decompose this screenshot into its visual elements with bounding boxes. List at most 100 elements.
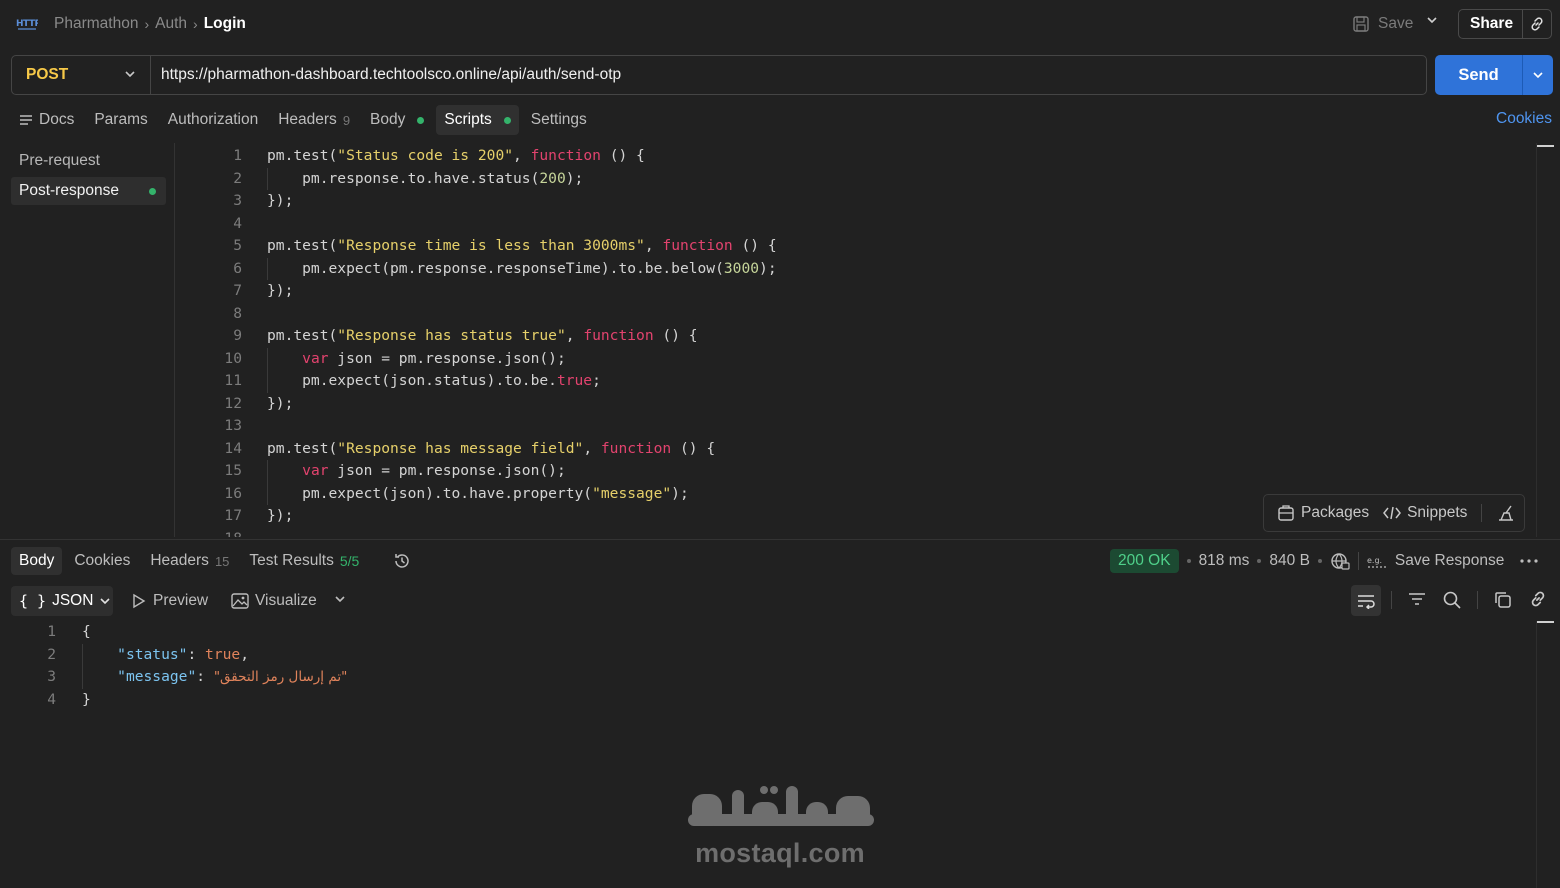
script-nav-pre-request[interactable]: Pre-request (11, 147, 166, 175)
response-body-viewer[interactable]: 1 { 2 "status": true, 3 "message": "تم إر… (0, 621, 1534, 721)
editor-scroll-marker (1537, 145, 1554, 147)
url-bar: POST https://pharmathon-dashboard.techto… (11, 55, 1427, 95)
network-globe-icon[interactable] (1330, 551, 1350, 571)
link-icon[interactable] (1529, 590, 1547, 612)
tab-label: Params (94, 111, 148, 128)
line-number: 4 (233, 214, 242, 232)
script-editor[interactable]: 1 pm.test("Status code is 200", function … (176, 143, 1534, 537)
code-line: }); (267, 507, 294, 524)
send-options-chevron-icon[interactable] (1523, 69, 1553, 81)
code-line: pm.test("Response time is less than 3000… (267, 237, 777, 254)
format-select[interactable]: { } JSON (11, 586, 113, 616)
headers-count: 9 (342, 112, 351, 128)
response-scrollbar-track[interactable] (1536, 621, 1537, 888)
json-key: "message" (117, 668, 197, 685)
send-button-group: Send (1435, 55, 1553, 95)
status-badge[interactable]: 200 OK (1110, 549, 1179, 573)
tab-authorization[interactable]: Authorization (160, 105, 266, 135)
packages-button[interactable]: Packages (1277, 504, 1369, 522)
method-select[interactable]: POST (12, 56, 151, 94)
docs-icon (20, 115, 32, 125)
tab-response-headers[interactable]: Headers 15 (142, 547, 237, 575)
code-line: var json = pm.response.json(); (302, 349, 566, 367)
pane-divider[interactable] (0, 539, 1560, 540)
line-number: 18 (176, 528, 242, 538)
line-number: 2 (233, 169, 242, 187)
response-meta: 200 OK 818 ms 840 B e.g. Save Response (1110, 547, 1542, 575)
tab-settings[interactable]: Settings (523, 105, 595, 135)
script-nav-label: Post-response (19, 182, 119, 199)
code-line: "status": true, (117, 645, 249, 663)
format-label: JSON (52, 592, 94, 609)
visualize-label: Visualize (255, 592, 317, 609)
tab-label: Headers (278, 111, 337, 128)
tab-scripts[interactable]: Scripts (436, 105, 519, 135)
save-button[interactable]: Save (1352, 10, 1413, 38)
code-line: }); (267, 192, 294, 209)
visualize-options-chevron-icon[interactable] (334, 592, 346, 609)
separator-dot (1186, 559, 1191, 563)
line-number: 1 (47, 623, 56, 640)
cookies-link[interactable]: Cookies (1496, 110, 1552, 128)
json-value: true (205, 645, 241, 663)
response-size[interactable]: 840 B (1269, 552, 1310, 570)
code-line: pm.test("Response has status true", func… (267, 327, 698, 344)
breadcrumb-workspace[interactable]: Pharmathon (54, 15, 138, 33)
clear-broom-icon[interactable] (1496, 504, 1516, 522)
breadcrumb-folder[interactable]: Auth (155, 15, 187, 33)
breadcrumb-request[interactable]: Login (204, 15, 246, 33)
modified-dot (149, 187, 156, 195)
line-number: 11 (224, 372, 242, 389)
line-number: 3 (47, 668, 56, 685)
code-line: pm.response.to.have.status(200); (267, 169, 584, 187)
snippets-button[interactable]: Snippets (1383, 504, 1467, 522)
headers-count: 15 (214, 553, 230, 569)
share-button-group: Share (1458, 9, 1552, 39)
line-number: 1 (233, 147, 242, 164)
script-nav-post-response[interactable]: Post-response (11, 177, 166, 205)
code-line: pm.test("Status code is 200", function (… (267, 147, 645, 164)
line-number: 3 (233, 192, 242, 209)
response-time[interactable]: 818 ms (1199, 552, 1250, 570)
share-button[interactable]: Share (1459, 15, 1522, 33)
copy-link-icon[interactable] (1523, 16, 1551, 32)
tab-body[interactable]: Body (362, 105, 432, 135)
filter-icon[interactable] (1408, 590, 1426, 612)
line-number: 10 (224, 349, 242, 367)
packages-label: Packages (1301, 504, 1370, 521)
svg-text:e.g.: e.g. (1367, 556, 1382, 565)
mostaql-logo (686, 780, 876, 840)
tab-response-cookies[interactable]: Cookies (66, 547, 138, 575)
editor-scrollbar-track[interactable] (1536, 143, 1537, 537)
tab-response-body[interactable]: Body (11, 547, 63, 575)
search-icon[interactable] (1442, 590, 1462, 614)
method-label: POST (26, 66, 69, 83)
save-options-chevron-icon[interactable] (1426, 14, 1438, 29)
tab-params[interactable]: Params (86, 105, 155, 135)
chevron-right-icon: › (193, 16, 198, 32)
tab-headers[interactable]: Headers 9 (270, 105, 358, 135)
code-line: "message": "تم إرسال رمز التحقق" (117, 668, 348, 685)
response-tabs: Body Cookies Headers 15 Test Results 5/5 (11, 546, 371, 576)
history-icon[interactable] (392, 551, 412, 575)
save-response-button[interactable]: Save Response (1395, 552, 1504, 570)
line-number: 4 (47, 690, 56, 708)
line-number: 8 (233, 304, 242, 322)
visualize-button[interactable]: Visualize (231, 588, 317, 614)
response-scroll-marker (1537, 621, 1554, 623)
more-options-icon[interactable] (1516, 558, 1542, 564)
tab-docs[interactable]: Docs (11, 105, 82, 135)
braces-icon: { } (19, 592, 47, 610)
send-button[interactable]: Send (1435, 66, 1522, 85)
separator-dot (1317, 559, 1322, 563)
url-input[interactable]: https://pharmathon-dashboard.techtoolsco… (151, 66, 621, 84)
script-tools-panel: Packages Snippets (1263, 494, 1525, 532)
wrap-lines-icon[interactable] (1351, 585, 1381, 616)
copy-icon[interactable] (1493, 590, 1513, 614)
preview-button[interactable]: Preview (131, 588, 208, 614)
line-number: 17 (224, 507, 242, 524)
svg-text:HTTP: HTTP (16, 19, 38, 29)
code-line: }); (267, 394, 294, 412)
tab-test-results[interactable]: Test Results 5/5 (241, 547, 367, 575)
watermark-text: mostaql.com (695, 838, 865, 868)
